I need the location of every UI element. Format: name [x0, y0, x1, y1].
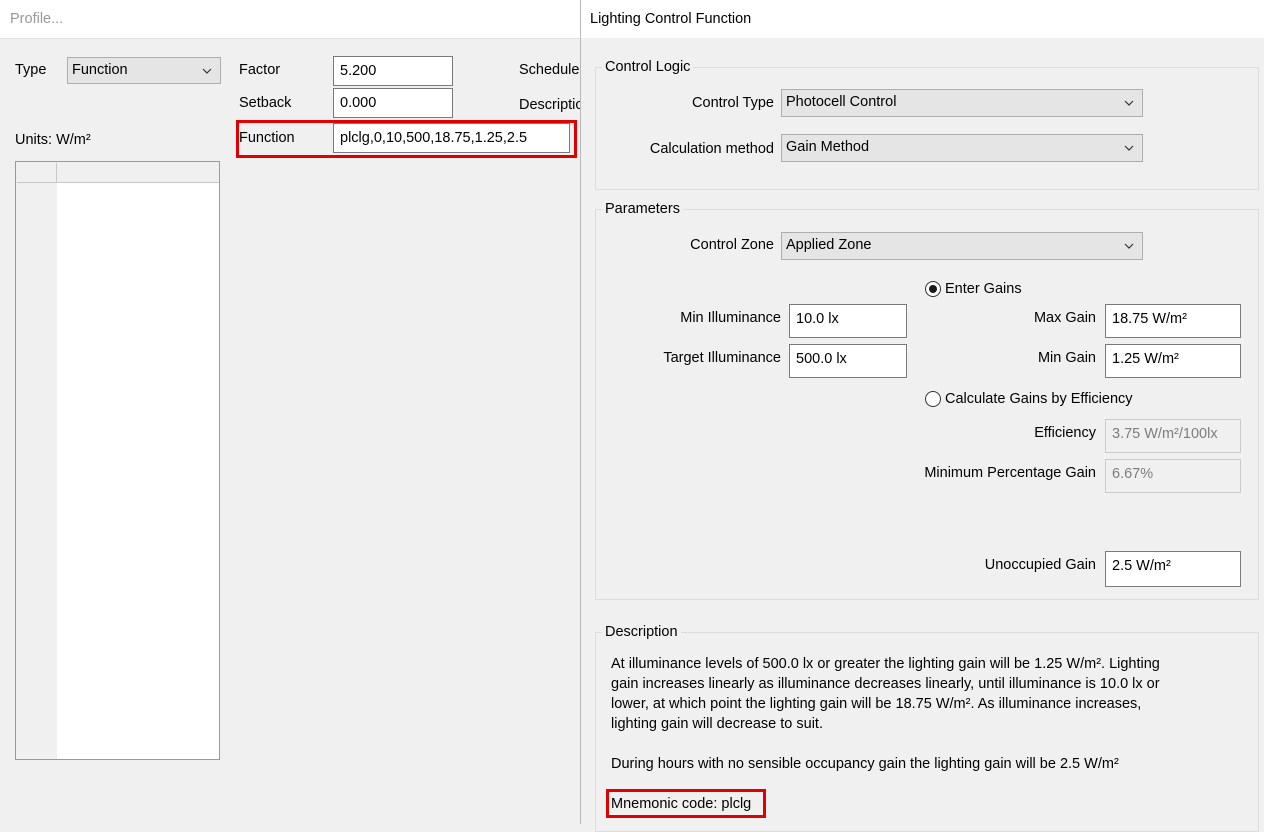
description-text-line-3: lower, at which point the lighting gain … — [611, 696, 1142, 712]
grid-column-header — [57, 163, 219, 183]
min-pct-gain-field: 6.67% — [1105, 459, 1241, 493]
chevron-down-icon — [202, 68, 212, 74]
unoccupied-gain-field[interactable]: 2.5 W/m² — [1105, 551, 1241, 587]
target-illuminance-value: 500.0 lx — [796, 351, 847, 367]
max-gain-field[interactable]: 18.75 W/m² — [1105, 304, 1241, 338]
min-pct-gain-value: 6.67% — [1112, 466, 1154, 482]
description-text-line-2: gain increases linearly as illuminance d… — [611, 676, 1160, 692]
chevron-down-icon — [1124, 100, 1134, 106]
calc-method-label: Calculation method — [649, 141, 774, 157]
efficiency-field: 3.75 W/m²/100lx — [1105, 419, 1241, 453]
unoccupied-gain-value: 2.5 W/m² — [1112, 558, 1171, 574]
min-gain-value: 1.25 W/m² — [1112, 351, 1179, 367]
description-group-title: Description — [602, 623, 681, 641]
description-text-line-5: During hours with no sensible occupancy … — [611, 756, 1119, 772]
grid-corner-cell[interactable] — [17, 163, 57, 183]
grid-body[interactable] — [57, 183, 219, 759]
min-pct-gain-label: Minimum Percentage Gain — [924, 465, 1096, 481]
units-label: Units: W/m² — [15, 132, 91, 148]
min-gain-field[interactable]: 1.25 W/m² — [1105, 344, 1241, 378]
control-zone-label: Control Zone — [690, 237, 774, 253]
type-select-value: Function — [72, 62, 128, 78]
control-logic-group-title: Control Logic — [602, 58, 694, 76]
target-illuminance-label: Target Illuminance — [663, 350, 781, 366]
description-text-line-1: At illuminance levels of 500.0 lx or gre… — [611, 656, 1160, 672]
type-select[interactable]: Function — [67, 57, 221, 84]
type-label: Type — [15, 62, 47, 78]
profile-titlebar: Profile... — [0, 0, 580, 39]
setback-value: 0.000 — [340, 95, 377, 111]
min-illuminance-label: Min Illuminance — [680, 310, 781, 326]
dialog-titlebar: Lighting Control Function — [581, 0, 1264, 38]
control-type-label: Control Type — [692, 95, 774, 111]
chevron-down-icon — [1124, 243, 1134, 249]
min-illuminance-value: 10.0 lx — [796, 311, 839, 327]
profile-title: Profile... — [10, 11, 64, 27]
parameters-group-title: Parameters — [602, 200, 683, 218]
setback-label: Setback — [239, 95, 292, 111]
enter-gains-radio[interactable] — [925, 281, 941, 297]
calc-gains-label[interactable]: Calculate Gains by Efficiency — [945, 390, 1133, 408]
factor-label: Factor — [239, 62, 281, 78]
profile-data-grid[interactable] — [15, 161, 220, 760]
efficiency-label: Efficiency — [1034, 425, 1096, 441]
chevron-down-icon — [1124, 145, 1134, 151]
control-type-select[interactable]: Photocell Control — [781, 89, 1143, 117]
schedule-label: Schedule — [519, 62, 580, 78]
max-gain-value: 18.75 W/m² — [1112, 311, 1187, 327]
control-logic-group: Control Logic Control Type Photocell Con… — [595, 58, 1259, 190]
dialog-title: Lighting Control Function — [590, 11, 752, 27]
min-gain-label: Min Gain — [1037, 350, 1096, 366]
target-illuminance-field[interactable]: 500.0 lx — [789, 344, 907, 378]
setback-field[interactable]: 0.000 — [333, 88, 453, 118]
max-gain-label: Max Gain — [1033, 310, 1096, 326]
efficiency-value: 3.75 W/m²/100lx — [1112, 426, 1218, 442]
description-text-line-4: lighting gain will decrease to suit. — [611, 716, 823, 732]
radio-selected-dot — [929, 285, 937, 293]
factor-field[interactable]: 5.200 — [333, 56, 453, 86]
function-highlight-box — [236, 120, 577, 158]
calc-method-select[interactable]: Gain Method — [781, 134, 1143, 162]
lighting-control-dialog: Lighting Control Function Control Logic … — [580, 0, 1264, 832]
parameters-group: Parameters Control Zone Applied Zone Ent… — [595, 200, 1259, 600]
mnemonic-highlight-box — [606, 789, 766, 818]
description-label: Description — [519, 97, 580, 113]
control-zone-select[interactable]: Applied Zone — [781, 232, 1143, 260]
control-zone-value: Applied Zone — [786, 237, 872, 253]
calc-method-value: Gain Method — [786, 139, 870, 155]
enter-gains-label[interactable]: Enter Gains — [945, 280, 1022, 298]
unoccupied-gain-label: Unoccupied Gain — [984, 557, 1096, 573]
factor-value: 5.200 — [340, 63, 377, 79]
min-illuminance-field[interactable]: 10.0 lx — [789, 304, 907, 338]
control-type-value: Photocell Control — [786, 94, 897, 110]
profile-window: Profile... Type Function Units: W/m² Fac… — [0, 0, 580, 824]
calc-gains-radio[interactable] — [925, 391, 941, 407]
